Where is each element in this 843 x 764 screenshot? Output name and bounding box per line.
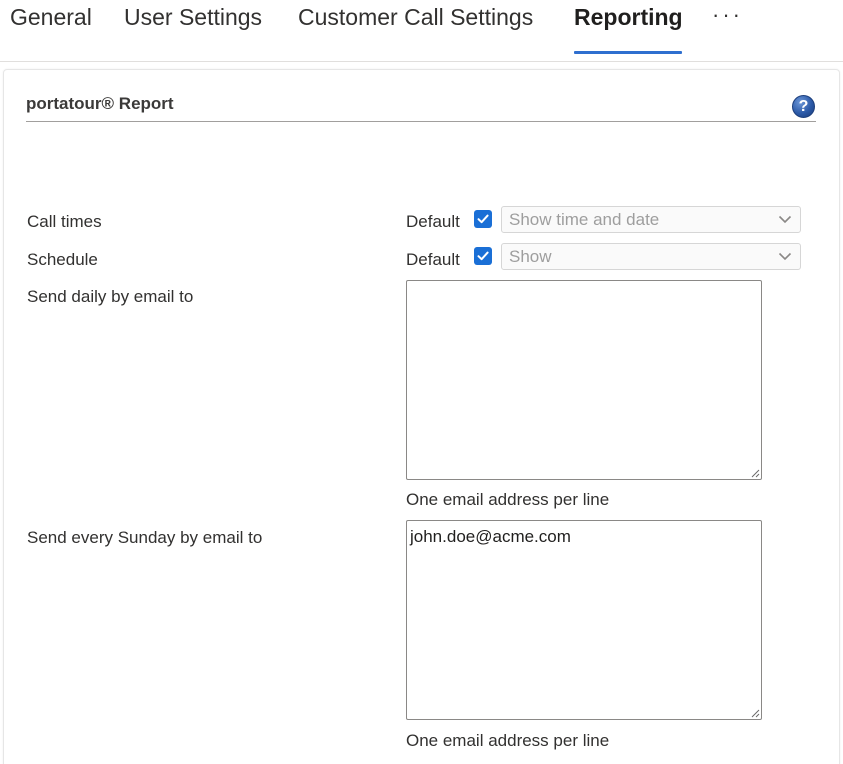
schedule-select-value: Show bbox=[509, 247, 552, 266]
call-times-select[interactable]: Show time and date bbox=[501, 206, 801, 233]
checkmark-icon bbox=[477, 251, 489, 261]
chevron-down-icon bbox=[778, 252, 792, 261]
schedule-default-checkbox[interactable] bbox=[474, 247, 492, 265]
tab-reporting[interactable]: Reporting bbox=[574, 4, 683, 31]
help-icon[interactable]: ? bbox=[792, 95, 815, 118]
section-divider bbox=[26, 121, 816, 122]
call-times-select-value: Show time and date bbox=[509, 210, 660, 229]
tab-customer-call-settings[interactable]: Customer Call Settings bbox=[298, 4, 533, 31]
daily-email-textarea[interactable] bbox=[406, 280, 762, 480]
call-times-default-checkbox[interactable] bbox=[474, 210, 492, 228]
daily-email-hint: One email address per line bbox=[406, 490, 610, 509]
checkmark-icon bbox=[477, 214, 489, 224]
tab-general[interactable]: General bbox=[10, 4, 92, 31]
tab-bar: General User Settings Customer Call Sett… bbox=[0, 0, 843, 62]
resize-grip-icon[interactable] bbox=[750, 468, 760, 478]
tab-user-settings[interactable]: User Settings bbox=[124, 4, 262, 31]
active-tab-indicator bbox=[574, 51, 682, 54]
resize-grip-icon[interactable] bbox=[750, 708, 760, 718]
schedule-default-label: Default bbox=[406, 250, 460, 269]
daily-email-label: Send daily by email to bbox=[27, 287, 194, 306]
sunday-email-textarea[interactable]: john.doe@acme.com bbox=[406, 520, 762, 720]
schedule-select[interactable]: Show bbox=[501, 243, 801, 270]
sunday-email-hint: One email address per line bbox=[406, 731, 610, 750]
chevron-down-icon bbox=[778, 215, 792, 224]
section-title: portatour® Report bbox=[26, 94, 174, 113]
call-times-default-label: Default bbox=[406, 212, 460, 231]
call-times-label: Call times bbox=[27, 212, 102, 231]
schedule-label: Schedule bbox=[27, 250, 98, 269]
more-tabs-icon[interactable]: ··· bbox=[712, 2, 743, 28]
sunday-email-label: Send every Sunday by email to bbox=[27, 528, 263, 547]
